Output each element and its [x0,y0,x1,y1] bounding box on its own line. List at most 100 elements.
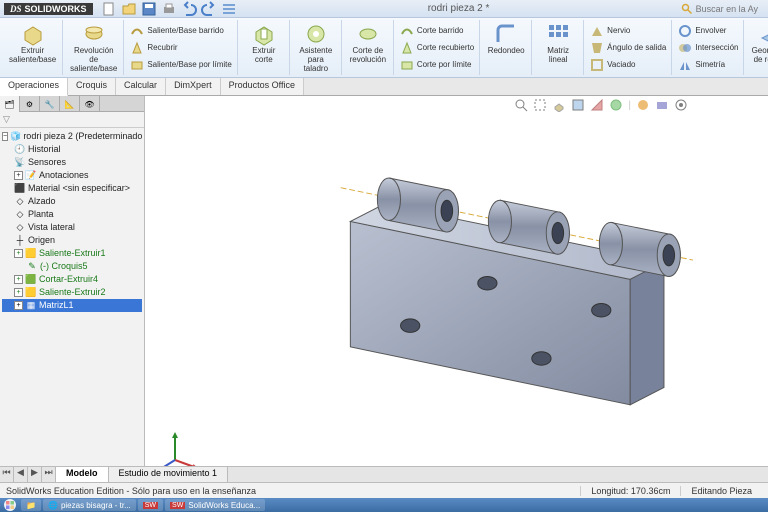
wrap-button[interactable]: Envolver [676,23,740,39]
tree-item-selected[interactable]: +▦MatrizL1 [2,299,142,312]
status-edition: SolidWorks Education Edition - Sólo para… [6,486,256,496]
tree-item[interactable]: +🟩Cortar-Extruir4 [2,273,142,286]
scene-icon[interactable] [609,98,623,112]
tab-operaciones[interactable]: Operaciones [0,78,68,96]
section-view-icon[interactable] [590,98,604,112]
hole-wizard-icon [304,22,328,46]
feature-tree-tab[interactable]: 🗂 [0,96,20,112]
revolve-icon [82,22,106,46]
extrude-boss-button[interactable]: Extruirsaliente/base [6,20,59,67]
undo-icon[interactable] [181,1,197,17]
tree-item[interactable]: +🟨Saliente-Extruir2 [2,286,142,299]
app-logo: DS SOLIDWORKS [4,3,93,15]
tab-last-icon[interactable]: ⏭ [42,467,56,482]
filter-row[interactable]: ▽ [0,112,144,128]
task-chrome[interactable]: 🌐piezas bisagra - tr... [43,499,136,511]
edit-appearance-icon[interactable] [636,98,650,112]
fillet-icon [494,22,518,46]
mirror-button[interactable]: Simetría [676,57,740,73]
boundary-boss-button[interactable]: Saliente/Base por límite [128,57,234,73]
tree-item[interactable]: ⬛Material <sin especificar> [2,182,142,195]
tree-item[interactable]: ◇Alzado [2,195,142,208]
sweep-icon [130,24,144,38]
feature-manager-panel: 🗂 ⚙ 🔧 📐 👁 ▽ −🧊rodri pieza 2 (Predetermin… [0,96,145,482]
view-settings-icon[interactable] [674,98,688,112]
task-sw2[interactable]: SWSolidWorks Educa... [165,499,265,511]
view-orientation-icon[interactable] [552,98,566,112]
task-sw1[interactable]: SW [138,499,163,511]
tab-first-icon[interactable]: ⏮ [0,467,14,482]
dimxpert-tab[interactable]: 📐 [60,96,80,112]
tree-item[interactable]: +📝Anotaciones [2,169,142,182]
document-title: rodri pieza 2 * [237,3,681,14]
config-tab[interactable]: 🔧 [40,96,60,112]
options-icon[interactable] [221,1,237,17]
property-tab[interactable]: ⚙ [20,96,40,112]
hole-wizard-button[interactable]: Asistenteparataladro [294,20,338,75]
tree-item[interactable]: ◇Vista lateral [2,221,142,234]
ref-geom-icon [758,22,768,46]
pattern-icon [546,22,570,46]
revolve-cut-button[interactable]: Corte derevolución [346,20,390,67]
tab-dimxpert[interactable]: DimXpert [166,78,221,95]
loft-cut-button[interactable]: Corte recubierto [398,40,476,56]
task-explorer[interactable]: 📁 [21,499,41,511]
sw-icon: SW [170,502,185,509]
app-name: SOLIDWORKS [25,4,87,14]
rib-icon [590,24,604,38]
help-search[interactable]: Buscar en la Ay [681,3,758,15]
boundary-cut-button[interactable]: Corte por límite [398,57,476,73]
open-icon[interactable] [121,1,137,17]
chrome-icon: 🌐 [48,501,58,510]
intersect-icon [678,41,692,55]
tab-productos-office[interactable]: Productos Office [221,78,304,95]
extrude-cut-icon [252,22,276,46]
logo-icon: DS [10,4,22,14]
feature-tree: −🧊rodri pieza 2 (Predeterminado 🕘Histori… [0,128,144,482]
extrude-cut-button[interactable]: Extruircorte [242,20,286,67]
save-icon[interactable] [141,1,157,17]
tree-item[interactable]: +🟨Saliente-Extruir1 [2,247,142,260]
tree-item[interactable]: ✎(-) Croquis5 [2,260,142,273]
print-icon[interactable] [161,1,177,17]
wrap-icon [678,24,692,38]
rib-button[interactable]: Nervio [588,23,668,39]
tree-item[interactable]: 📡Sensores [2,156,142,169]
3d-viewport[interactable]: | [145,96,768,482]
extrude-icon [21,22,45,46]
tree-item[interactable]: 🕘Historial [2,143,142,156]
fillet-button[interactable]: Redondeo [484,20,528,58]
tree-item[interactable]: ◇Planta [2,208,142,221]
loft-boss-button[interactable]: Recubrir [128,40,234,56]
tab-croquis[interactable]: Croquis [68,78,116,95]
tree-item[interactable]: ┼Origen [2,234,142,247]
redo-icon[interactable] [201,1,217,17]
loft-icon [130,41,144,55]
revolve-boss-button[interactable]: Revolución desaliente/base [67,20,120,75]
windows-icon [4,499,16,511]
ref-geometry-button[interactable]: Geometríade refer... [748,20,768,67]
mirror-icon [678,58,692,72]
intersect-button[interactable]: Intersección [676,40,740,56]
linear-pattern-button[interactable]: Matrizlineal [536,20,580,67]
shell-button[interactable]: Vaciado [588,57,668,73]
apply-scene-icon[interactable] [655,98,669,112]
start-button[interactable] [0,498,20,512]
quick-access-toolbar [101,1,237,17]
draft-icon [590,41,604,55]
tree-root[interactable]: −🧊rodri pieza 2 (Predeterminado [2,130,142,143]
tab-next-icon[interactable]: ▶ [28,467,42,482]
tab-modelo[interactable]: Modelo [56,467,109,482]
tab-calcular[interactable]: Calcular [116,78,166,95]
draft-button[interactable]: Ángulo de salida [588,40,668,56]
display-tab[interactable]: 👁 [80,96,100,112]
tab-motion-study[interactable]: Estudio de movimiento 1 [109,467,229,482]
new-icon[interactable] [101,1,117,17]
swept-boss-button[interactable]: Saliente/Base barrido [128,23,234,39]
tab-prev-icon[interactable]: ◀ [14,467,28,482]
zoom-area-icon[interactable] [533,98,547,112]
zoom-fit-icon[interactable] [514,98,528,112]
windows-taskbar: 📁 🌐piezas bisagra - tr... SW SWSolidWork… [0,498,768,512]
display-style-icon[interactable] [571,98,585,112]
swept-cut-button[interactable]: Corte barrido [398,23,476,39]
